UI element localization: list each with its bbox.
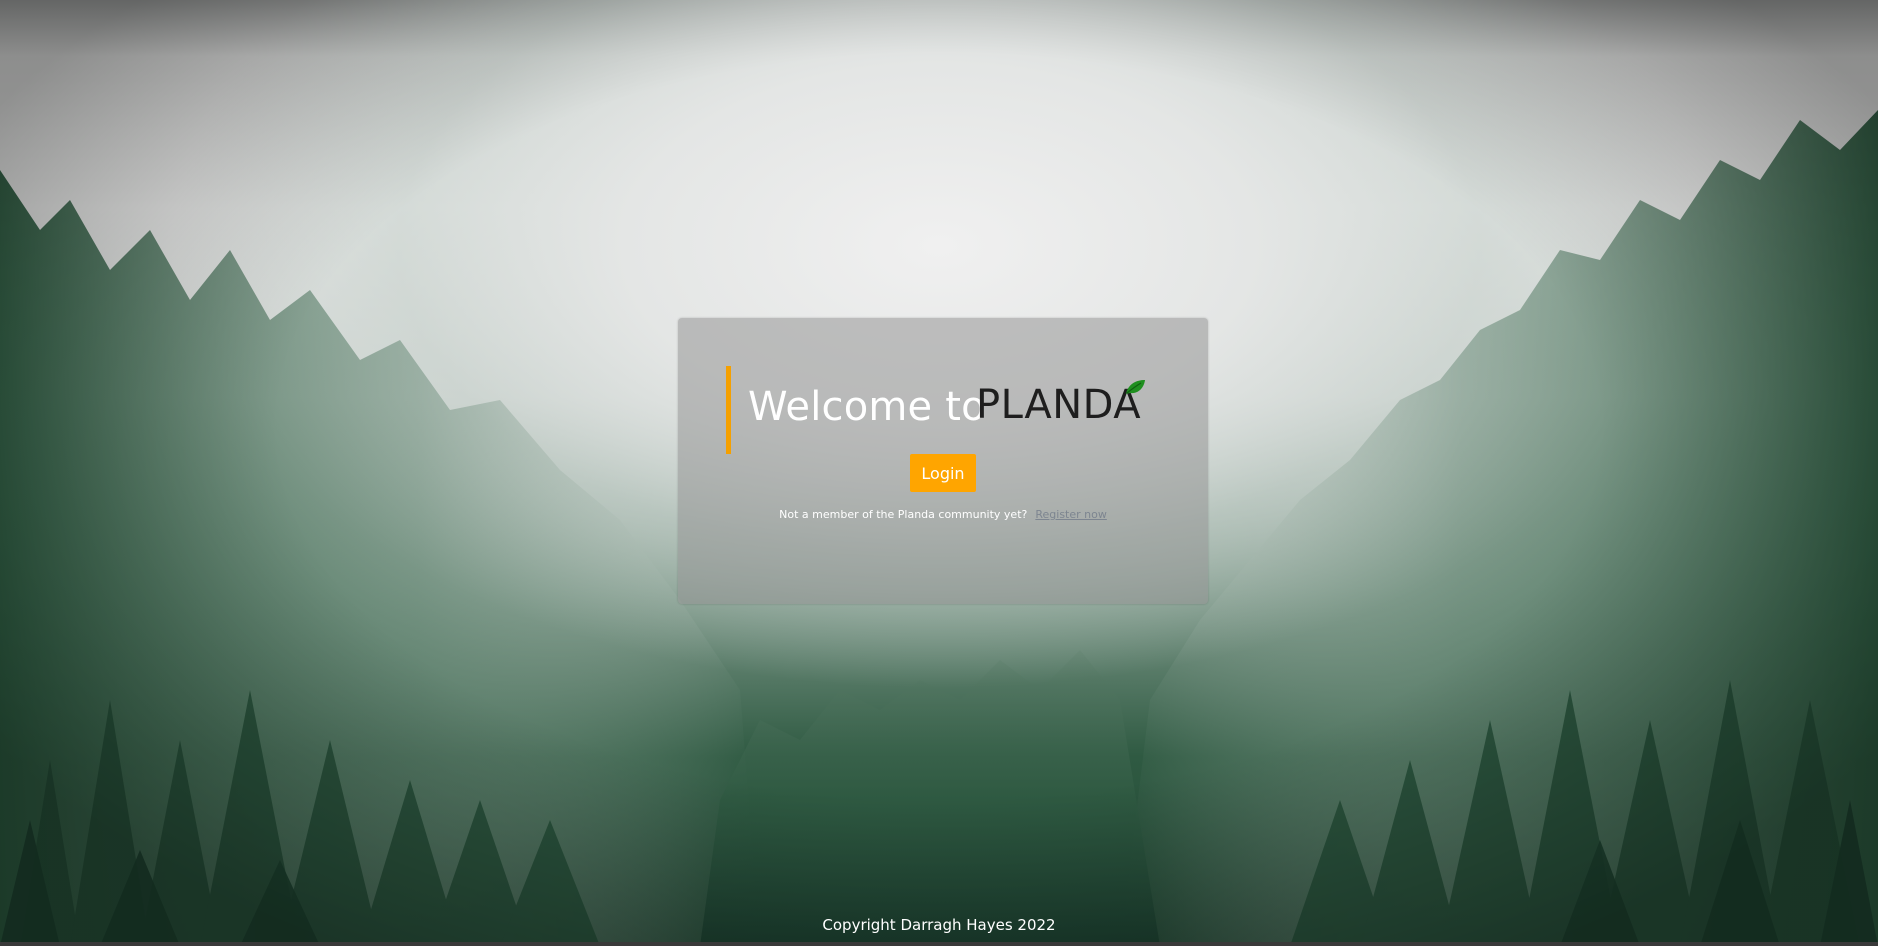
register-now-link[interactable]: Register now	[1035, 508, 1106, 521]
register-prompt-text: Not a member of the Planda community yet…	[779, 508, 1028, 521]
login-button[interactable]: Login	[910, 454, 976, 492]
register-prompt-line: Not a member of the Planda community yet…	[678, 508, 1208, 521]
welcome-text: Welcome to	[748, 384, 986, 430]
login-page: Welcome to PLANDA Login Not a member of …	[0, 0, 1878, 946]
footer-copyright: Copyright Darragh Hayes 2022	[822, 916, 1056, 934]
accent-bar	[726, 366, 731, 454]
leaf-icon	[1126, 380, 1145, 394]
login-card: Welcome to PLANDA Login Not a member of …	[678, 318, 1208, 604]
brand-name: PLANDA	[976, 382, 1142, 428]
bottom-edge-bar	[0, 942, 1878, 946]
